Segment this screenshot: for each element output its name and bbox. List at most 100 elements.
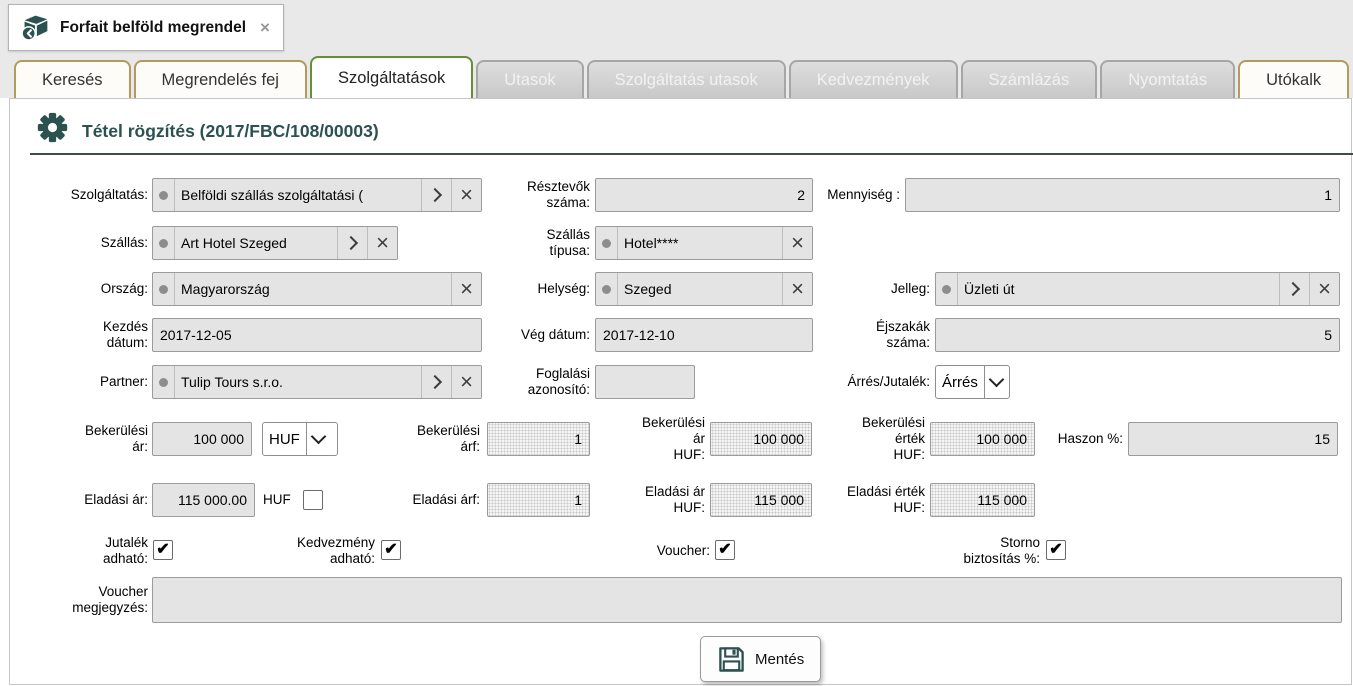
window-tab[interactable]: Forfait belföld megrendel ×	[8, 4, 284, 51]
resztevok-label: Résztevők száma:	[478, 178, 590, 212]
ejszakak-szama-field[interactable]: 5	[935, 318, 1340, 352]
szallas-value: Art Hotel Szeged	[175, 227, 337, 259]
bullet-icon	[153, 273, 175, 305]
orszag-clear-button[interactable]	[451, 273, 481, 305]
kedvezmeny-adhato-checkbox[interactable]	[381, 540, 401, 560]
partner-value: Tulip Tours s.r.o.	[175, 366, 421, 398]
helyseg-clear-button[interactable]	[782, 273, 812, 305]
kezdes-datum-label: Kezdés dátum:	[20, 318, 148, 352]
szolgaltatas-label: Szolgáltatás:	[20, 178, 148, 212]
szallas-label: Szállás:	[20, 226, 148, 260]
tab-bar: Keresés Megrendelés fej Szolgáltatások U…	[14, 56, 1353, 98]
arres-jutalek-select[interactable]: Árrés	[935, 365, 1010, 399]
tab-utokalk[interactable]: Utókalk	[1238, 60, 1349, 98]
bekerulesi-currency-value: HUF	[263, 423, 306, 455]
kedvezmeny-adhato-label: Kedvezmény adható:	[245, 533, 375, 569]
bekerulesi-currency-select[interactable]: HUF	[262, 422, 338, 456]
mennyiseg-label: Mennyiség :	[810, 178, 900, 212]
eladasi-currency-checkbox[interactable]	[303, 490, 323, 510]
szallas-tipusa-combo: Hotel****	[595, 226, 813, 260]
foglalasi-azonosito-field[interactable]	[595, 365, 695, 399]
title-separator	[30, 153, 1353, 155]
arres-jutalek-label: Árrés/Jutalék:	[795, 365, 930, 399]
kezdes-datum-field[interactable]: 2017-12-05	[152, 318, 482, 352]
tab-kereses[interactable]: Keresés	[14, 60, 131, 98]
veg-datum-field[interactable]: 2017-12-10	[595, 318, 813, 352]
haszon-label: Haszon %:	[1035, 422, 1123, 456]
voucher-megjegyzes-field[interactable]	[152, 577, 1342, 623]
bekerulesi-ar-label: Bekerülési ár:	[20, 422, 148, 456]
floppy-disk-icon	[717, 645, 746, 674]
bekerulesi-ar-field[interactable]: 100 000	[152, 422, 252, 456]
partner-lookup-button[interactable]	[421, 366, 451, 398]
tab-szamlazas: Számlázás	[961, 60, 1098, 98]
eladasi-ertek-huf-label: Eladási érték HUF:	[815, 483, 925, 517]
foglalasi-azonosito-label: Foglalási azonosító:	[478, 365, 590, 399]
gear-icon	[36, 111, 69, 149]
szallas-combo[interactable]: Art Hotel Szeged	[152, 226, 398, 260]
tab-megrendeles-fej[interactable]: Megrendelés fej	[134, 60, 307, 98]
voucher-label: Voucher:	[598, 533, 710, 569]
chevron-down-icon	[306, 423, 330, 455]
tab-szolgaltatasok[interactable]: Szolgáltatások	[310, 56, 473, 98]
bullet-icon	[153, 366, 175, 398]
bullet-icon	[936, 273, 958, 305]
chevron-down-icon	[984, 366, 1008, 398]
voucher-megjegyzes-label: Voucher megjegyzés:	[20, 577, 148, 623]
jelleg-label: Jelleg:	[830, 272, 930, 306]
jelleg-value: Üzleti út	[958, 273, 1279, 305]
page-title: Tétel rögzítés (2017/FBC/108/00003)	[82, 121, 379, 142]
helyseg-label: Helység:	[478, 272, 590, 306]
jelleg-clear-button[interactable]	[1309, 273, 1339, 305]
jelleg-lookup-button[interactable]	[1279, 273, 1309, 305]
storno-biztositas-label: Storno biztosítás %:	[925, 533, 1040, 569]
jutalek-adhato-label: Jutalék adható:	[20, 533, 148, 569]
bekerulesi-arf-label: Bekerülési árf:	[375, 422, 480, 456]
tab-utasok: Utasok	[476, 60, 583, 98]
tab-szolgaltatas-utasok: Szolgáltatás utasok	[587, 60, 786, 98]
storno-biztositas-checkbox[interactable]	[1046, 540, 1066, 560]
eladasi-ar-label: Eladási ár:	[20, 483, 148, 517]
szolgaltatas-lookup-button[interactable]	[421, 179, 451, 211]
szallas-tipusa-label: Szállás típusa:	[478, 226, 590, 260]
tab-kedvezmenyek: Kedvezmények	[789, 60, 958, 98]
eladasi-ar-field[interactable]: 115 000.00	[152, 483, 255, 517]
close-icon[interactable]: ×	[260, 19, 270, 36]
szallas-tipusa-clear-button[interactable]	[782, 227, 812, 259]
veg-datum-label: Vég dátum:	[478, 318, 590, 352]
window-tab-title: Forfait belföld megrendel	[60, 19, 246, 37]
arres-jutalek-value: Árrés	[936, 366, 984, 398]
eladasi-ar-huf-label: Eladási ár HUF:	[600, 483, 705, 517]
resztevok-field[interactable]: 2	[595, 178, 813, 212]
szolgaltatas-value: Belföldi szállás szolgáltatási (	[175, 179, 421, 211]
bekerulesi-ertek-huf-field: 100 000	[930, 422, 1035, 456]
partner-clear-button[interactable]	[451, 366, 481, 398]
bekerulesi-ertek-huf-label: Bekerülési érték HUF:	[822, 416, 925, 462]
eladasi-ertek-huf-field: 115 000	[930, 483, 1035, 517]
helyseg-combo: Szeged	[595, 272, 813, 306]
package-icon	[20, 12, 51, 43]
orszag-combo: Magyarország	[152, 272, 482, 306]
eladasi-currency-label: HUF	[263, 483, 298, 517]
haszon-field[interactable]: 15	[1128, 422, 1338, 456]
bullet-icon	[596, 273, 618, 305]
szolgaltatas-combo[interactable]: Belföldi szállás szolgáltatási (	[152, 178, 482, 212]
orszag-value: Magyarország	[175, 273, 451, 305]
ejszakak-szama-label: Éjszakák száma:	[830, 318, 930, 352]
helyseg-value: Szeged	[618, 273, 782, 305]
szallas-lookup-button[interactable]	[337, 227, 367, 259]
jutalek-adhato-checkbox[interactable]	[153, 540, 173, 560]
eladasi-arf-label: Eladási árf:	[375, 483, 480, 517]
bullet-icon	[153, 227, 175, 259]
partner-combo[interactable]: Tulip Tours s.r.o.	[152, 365, 482, 399]
eladasi-arf-field: 1	[487, 483, 590, 517]
save-button[interactable]: Mentés	[700, 636, 821, 682]
szolgaltatas-clear-button[interactable]	[451, 179, 481, 211]
mennyiseg-field[interactable]: 1	[905, 178, 1340, 212]
save-button-label: Mentés	[755, 651, 804, 668]
bullet-icon	[153, 179, 175, 211]
voucher-checkbox[interactable]	[715, 540, 735, 560]
orszag-label: Ország:	[20, 272, 148, 306]
szallas-clear-button[interactable]	[367, 227, 397, 259]
jelleg-combo[interactable]: Üzleti út	[935, 272, 1340, 306]
